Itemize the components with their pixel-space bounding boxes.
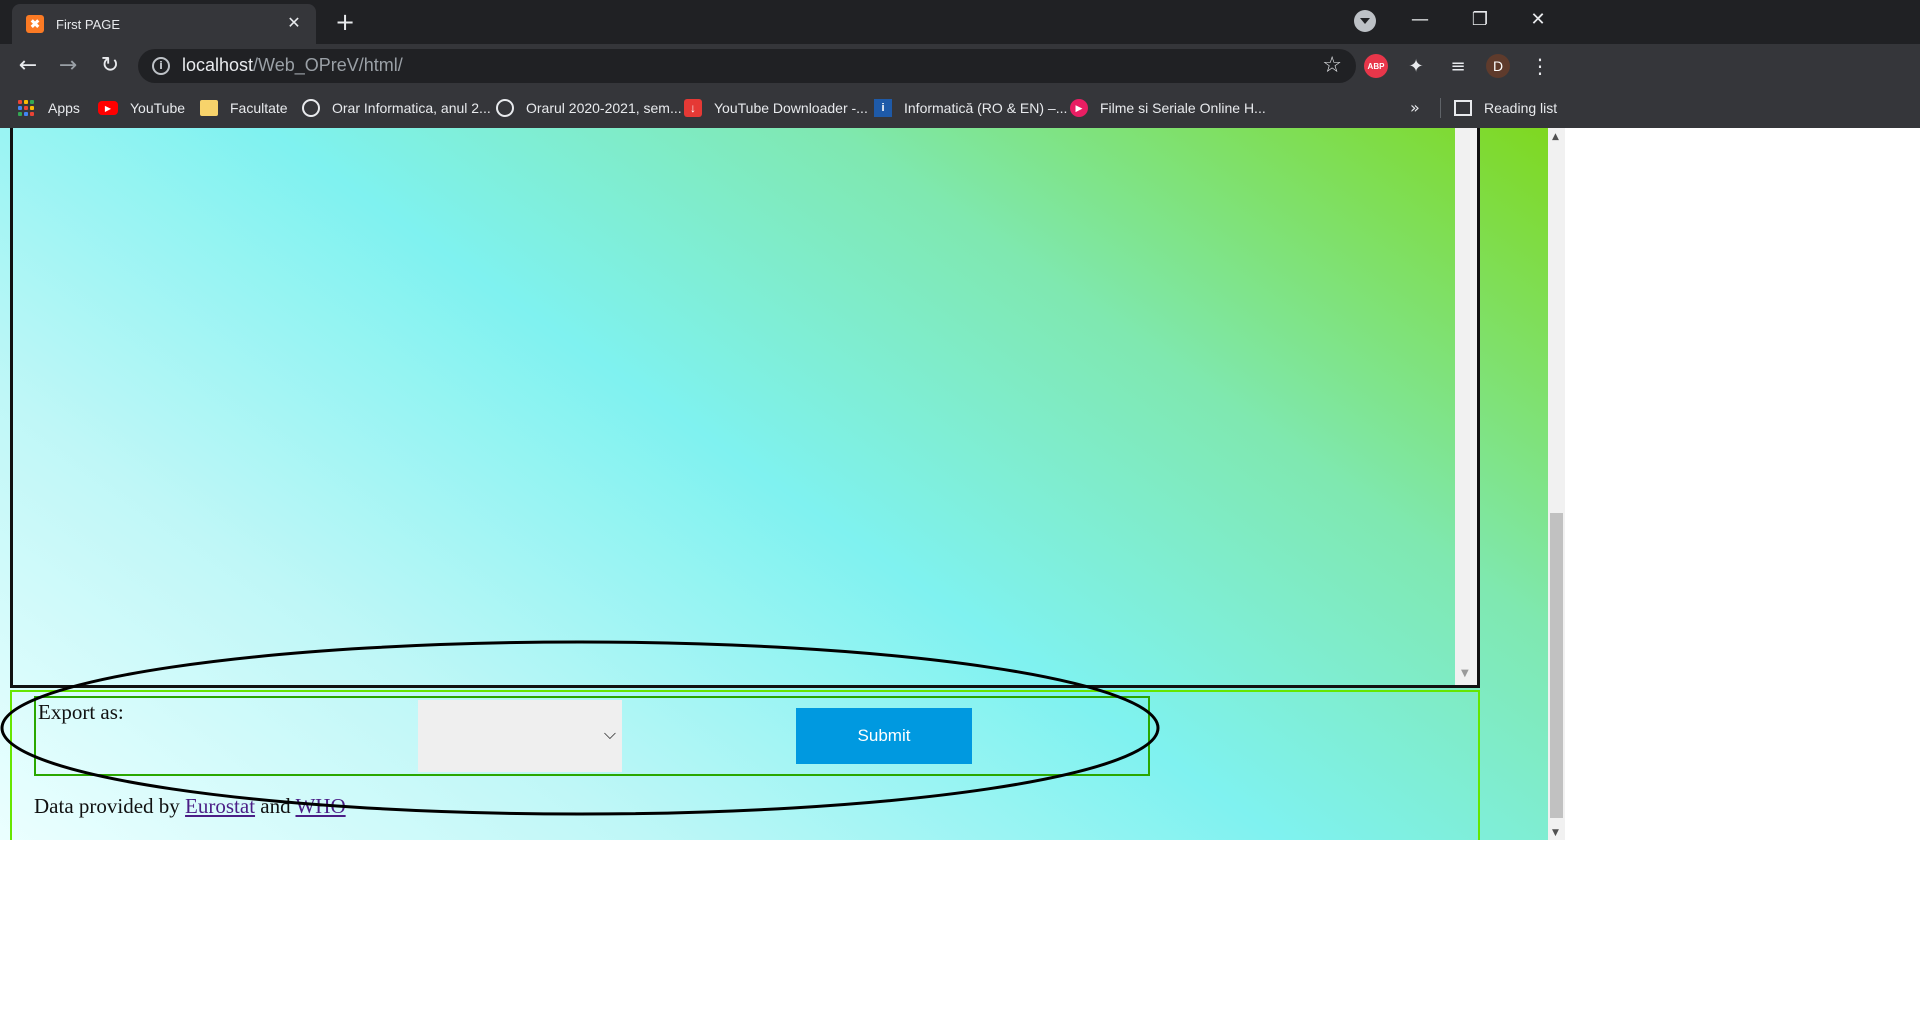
restore-button[interactable]: ❐ (1460, 6, 1500, 34)
bookmarks-overflow-button[interactable]: » (1410, 88, 1420, 128)
browser-menu-icon[interactable]: ⋮ (1528, 54, 1552, 78)
bookmark-label: Orarul 2020-2021, sem... (526, 100, 682, 116)
globe-icon (302, 99, 320, 117)
chevron-down-icon (1360, 18, 1370, 24)
tab-strip: ✖ First PAGE ✕ + — ❐ ✕ (0, 0, 1920, 44)
blank-area (1565, 128, 1920, 840)
globe-icon (496, 99, 514, 117)
reading-list-label: Reading list (1484, 100, 1558, 116)
bookmark-label: Informatică (RO & EN) –... (904, 100, 1068, 116)
apps-grid-icon (18, 100, 34, 116)
bookmark-apps[interactable]: Apps (18, 88, 80, 128)
credits-middle: and (255, 794, 296, 818)
page-scrollbar[interactable]: ▲ ▼ (1548, 128, 1565, 840)
site-info-icon[interactable]: i (152, 57, 170, 75)
bookmark-label: YouTube Downloader -... (714, 100, 868, 116)
minimize-button[interactable]: — (1400, 6, 1440, 34)
folder-icon (200, 100, 218, 116)
info-site-icon: i (874, 99, 892, 117)
submit-button[interactable]: Submit (796, 708, 972, 764)
bookmark-label: Facultate (230, 100, 288, 116)
export-panel: Export as: ⌵ Submit Data provided by Eur… (10, 690, 1480, 840)
page-viewport: ▼ Export as: ⌵ Submit Data provided by E… (0, 128, 1548, 840)
eurostat-link[interactable]: Eurostat (185, 794, 255, 818)
address-bar[interactable]: i localhost/Web_OPreV/html/ ☆ (138, 49, 1356, 83)
chart-iframe[interactable]: ▼ (10, 128, 1480, 688)
bookmark-orar-informatica[interactable]: Orar Informatica, anul 2... (302, 88, 491, 128)
download-icon: ↓ (684, 99, 702, 117)
youtube-icon: ▶ (98, 101, 118, 115)
close-window-button[interactable]: ✕ (1518, 6, 1558, 34)
blank-area (0, 840, 1920, 1030)
browser-toolbar: ← → ↻ i localhost/Web_OPreV/html/ ☆ ABP … (0, 44, 1920, 88)
bookmark-label: Apps (48, 100, 80, 116)
address-text[interactable]: localhost/Web_OPreV/html/ (182, 55, 403, 76)
export-label: Export as: (38, 700, 124, 724)
profile-avatar[interactable]: D (1486, 54, 1510, 78)
reload-button[interactable]: ↻ (96, 52, 124, 80)
xampp-icon: ✖ (26, 15, 44, 33)
export-format-select[interactable]: ⌵ (418, 700, 622, 772)
forward-button[interactable]: → (54, 52, 82, 80)
bookmark-youtube[interactable]: ▶ YouTube (98, 88, 185, 128)
bookmarks-divider (1440, 98, 1441, 118)
data-credits: Data provided by Eurostat and WHO (34, 794, 346, 819)
reading-list-icon (1454, 100, 1472, 116)
bookmark-label: Filme si Seriale Online H... (1100, 100, 1266, 116)
scroll-down-arrow-icon[interactable]: ▼ (1552, 828, 1559, 838)
back-button[interactable]: ← (14, 52, 42, 80)
tab-search-button[interactable] (1354, 10, 1376, 32)
play-icon: ▶ (1070, 99, 1088, 117)
extensions-puzzle-icon[interactable]: ✦ (1404, 54, 1428, 78)
bookmark-orarul-2020[interactable]: Orarul 2020-2021, sem... (496, 88, 682, 128)
scroll-up-arrow-icon[interactable]: ▲ (1552, 132, 1559, 142)
tab-first-page[interactable]: ✖ First PAGE ✕ (12, 4, 316, 44)
adblock-plus-icon[interactable]: ABP (1364, 54, 1388, 78)
bookmark-label: Orar Informatica, anul 2... (332, 100, 491, 116)
address-path: /Web_OPreV/html/ (253, 55, 403, 75)
iframe-scrollbar[interactable]: ▼ (1455, 128, 1477, 685)
bookmark-star-icon[interactable]: ☆ (1322, 53, 1342, 78)
address-host: localhost (182, 55, 254, 75)
export-form: Export as: ⌵ Submit (34, 696, 1150, 776)
bookmark-informatica[interactable]: i Informatică (RO & EN) –... (874, 88, 1067, 128)
bookmark-facultate[interactable]: Facultate (200, 88, 288, 128)
scroll-down-arrow-icon[interactable]: ▼ (1461, 668, 1469, 679)
close-tab-icon[interactable]: ✕ (284, 14, 304, 34)
new-tab-button[interactable]: + (332, 10, 358, 36)
media-queue-icon[interactable]: ≡ (1446, 54, 1470, 78)
credits-prefix: Data provided by (34, 794, 186, 818)
bookmark-label: YouTube (130, 100, 186, 116)
bookmark-youtube-downloader[interactable]: ↓ YouTube Downloader -... (684, 88, 868, 128)
bookmark-filme-seriale[interactable]: ▶ Filme si Seriale Online H... (1070, 88, 1266, 128)
page-scrollbar-thumb[interactable] (1550, 513, 1563, 818)
tab-title: First PAGE (56, 16, 121, 32)
reading-list-button[interactable]: Reading list (1454, 88, 1557, 128)
who-link[interactable]: WHO (295, 794, 345, 818)
bookmarks-bar: Apps ▶ YouTube Facultate Orar Informatic… (0, 88, 1920, 128)
chevron-down-icon: ⌵ (603, 724, 616, 743)
